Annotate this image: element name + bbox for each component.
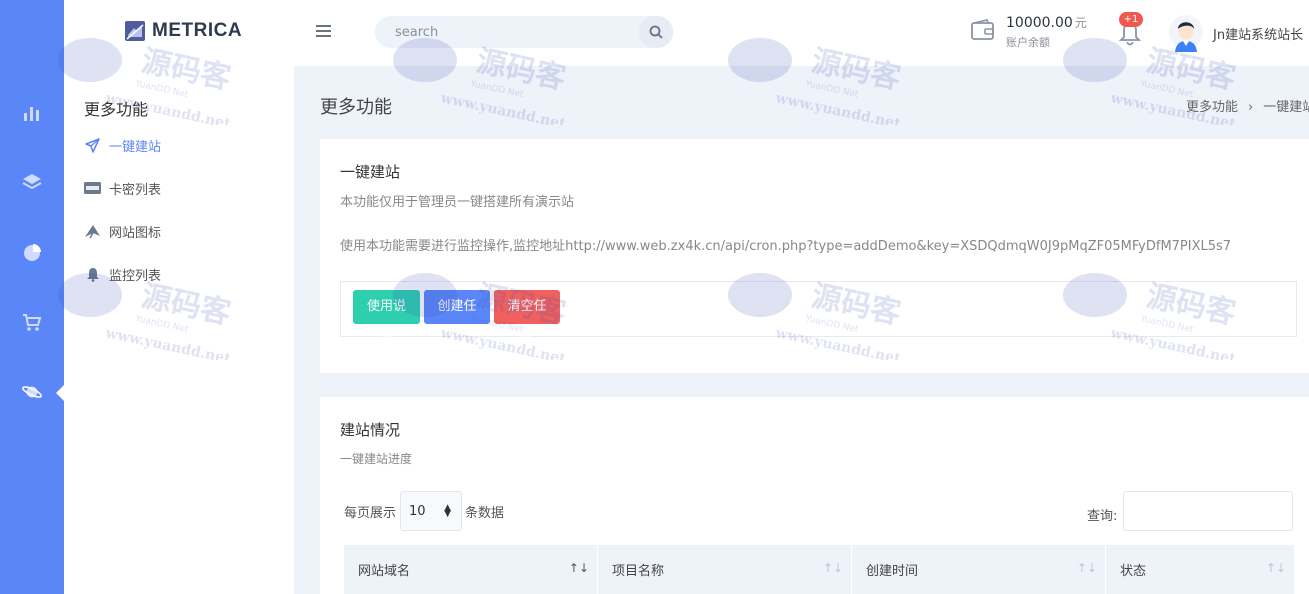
secondary-sidebar: 更多功能 一键建站 卡密列表 网站图标 监控列表 bbox=[64, 66, 294, 594]
bell-icon bbox=[86, 267, 99, 282]
search-box bbox=[375, 16, 673, 48]
subnav-item-label: 卡密列表 bbox=[109, 182, 162, 198]
sort-arrows-icon: ↑↓ bbox=[1265, 561, 1286, 575]
subnav-title: 更多功能 bbox=[84, 100, 149, 119]
breadcrumb-item-parent[interactable]: 更多功能 bbox=[1186, 100, 1238, 115]
subnav-item-one-click-build[interactable]: 一键建站 bbox=[84, 134, 161, 156]
sort-arrows-icon: ↑↓ bbox=[1076, 561, 1097, 575]
create-task-button[interactable]: 创建任务 bbox=[424, 290, 490, 348]
notification-badge: +1 bbox=[1119, 12, 1143, 27]
pie-chart-icon bbox=[24, 244, 41, 261]
breadcrumb: 更多功能 › 一键建站 bbox=[1186, 96, 1309, 115]
balance-amount: 10000.00 bbox=[1006, 15, 1073, 31]
balance-label: 账户余额 bbox=[1006, 36, 1050, 49]
subnav-item-label: 网站图标 bbox=[109, 225, 162, 241]
rail-item-layers[interactable] bbox=[0, 162, 64, 202]
page-length-label: 每页展示 bbox=[344, 506, 397, 521]
column-label: 状态 bbox=[1120, 564, 1147, 579]
table-header: 网站域名 ↑↓ 项目名称 ↑↓ 创建时间 ↑↓ 状态 ↑↓ bbox=[344, 545, 1294, 594]
breadcrumb-item-current: 一键建站 bbox=[1263, 100, 1309, 115]
rail-item-more[interactable] bbox=[0, 372, 64, 412]
main-content: 更多功能 更多功能 › 一键建站 一键建站 本功能仅用于管理员一键搭建所有演示站 使… bbox=[294, 66, 1309, 594]
one-click-build-card: 一键建站 本功能仅用于管理员一键搭建所有演示站 使用本功能需要进行监控操作,监控… bbox=[320, 139, 1309, 373]
subnav-item-monitor-list[interactable]: 监控列表 bbox=[84, 263, 161, 285]
subnav-item-label: 一键建站 bbox=[109, 139, 162, 155]
send-icon bbox=[85, 137, 100, 153]
column-label: 项目名称 bbox=[612, 564, 665, 579]
help-button[interactable]: 使用说明 bbox=[353, 290, 420, 348]
hamburger-icon-line bbox=[316, 35, 331, 37]
column-header-created[interactable]: 创建时间 ↑↓ bbox=[852, 545, 1106, 594]
top-header: METRICA 10000.00元 账户余额 +1 Jn建站系统站长 bbox=[64, 0, 1309, 66]
planet-icon bbox=[22, 386, 42, 398]
hamburger-icon bbox=[316, 25, 331, 27]
column-label: 创建时间 bbox=[866, 564, 919, 579]
column-header-status[interactable]: 状态 ↑↓ bbox=[1106, 545, 1294, 594]
query-input[interactable] bbox=[1123, 491, 1293, 531]
search-input[interactable] bbox=[375, 16, 635, 48]
subnav-item-site-icons[interactable]: 网站图标 bbox=[84, 220, 161, 242]
subnav-item-label: 监控列表 bbox=[109, 268, 162, 284]
wallet-icon[interactable] bbox=[970, 18, 996, 44]
page-length-suffix: 条数据 bbox=[465, 506, 505, 521]
paper-plane-icon bbox=[85, 224, 100, 238]
icon-rail bbox=[0, 0, 65, 594]
username[interactable]: Jn建站系统站长 bbox=[1213, 24, 1303, 43]
clear-tasks-button[interactable]: 清空任务 bbox=[494, 290, 560, 348]
account-balance: 10000.00 元 账户余额 bbox=[1006, 14, 1087, 50]
sort-caret-icon: ▲ ▼ bbox=[444, 503, 451, 519]
card-description: 本功能仅用于管理员一键搭建所有演示站 bbox=[340, 195, 575, 210]
bar-chart-icon bbox=[24, 107, 39, 121]
search-icon bbox=[649, 25, 663, 39]
column-label: 网站域名 bbox=[358, 564, 411, 579]
page-length-select[interactable]: 10 ▲ ▼ bbox=[400, 491, 462, 531]
cart-icon bbox=[23, 314, 42, 331]
page-length-value: 10 bbox=[409, 503, 426, 519]
column-header-domain[interactable]: 网站域名 ↑↓ bbox=[344, 545, 598, 594]
card-title: 建站情况 bbox=[340, 421, 401, 439]
logo-text: METRICA bbox=[152, 20, 243, 41]
avatar[interactable] bbox=[1168, 14, 1204, 52]
hamburger-icon-line bbox=[316, 30, 331, 32]
page-title: 更多功能 bbox=[320, 97, 392, 118]
subnav-item-card-keys[interactable]: 卡密列表 bbox=[84, 177, 161, 199]
search-button[interactable] bbox=[639, 16, 673, 48]
sort-arrows-icon: ↑↓ bbox=[822, 561, 843, 575]
sort-arrows-icon: ↑↓ bbox=[568, 561, 589, 575]
card-title: 一键建站 bbox=[340, 163, 401, 181]
logo-icon bbox=[125, 21, 145, 41]
card-description: 一键建站进度 bbox=[340, 452, 413, 466]
rail-item-shop[interactable] bbox=[0, 302, 64, 342]
monitor-url-info: 使用本功能需要进行监控操作,监控地址http://www.web.zx4k.cn… bbox=[340, 239, 1232, 254]
build-status-card: 建站情况 一键建站进度 每页展示 10 ▲ ▼ 条数据 查询: 网站域名 ↑↓ 项目… bbox=[320, 397, 1309, 594]
layers-icon bbox=[22, 174, 42, 190]
logo[interactable]: METRICA bbox=[124, 20, 242, 42]
query-label: 查询: bbox=[1087, 509, 1118, 524]
chevron-right-icon: › bbox=[1248, 100, 1254, 115]
action-button-panel: 使用说明 创建任务 清空任务 bbox=[340, 281, 1297, 348]
column-header-project[interactable]: 项目名称 ↑↓ bbox=[598, 545, 852, 594]
rail-item-analytics[interactable] bbox=[0, 232, 64, 272]
visa-card-icon bbox=[84, 182, 101, 194]
rail-item-dashboard[interactable] bbox=[0, 93, 64, 133]
menu-toggle-button[interactable] bbox=[316, 22, 334, 42]
balance-unit: 元 bbox=[1074, 16, 1087, 30]
